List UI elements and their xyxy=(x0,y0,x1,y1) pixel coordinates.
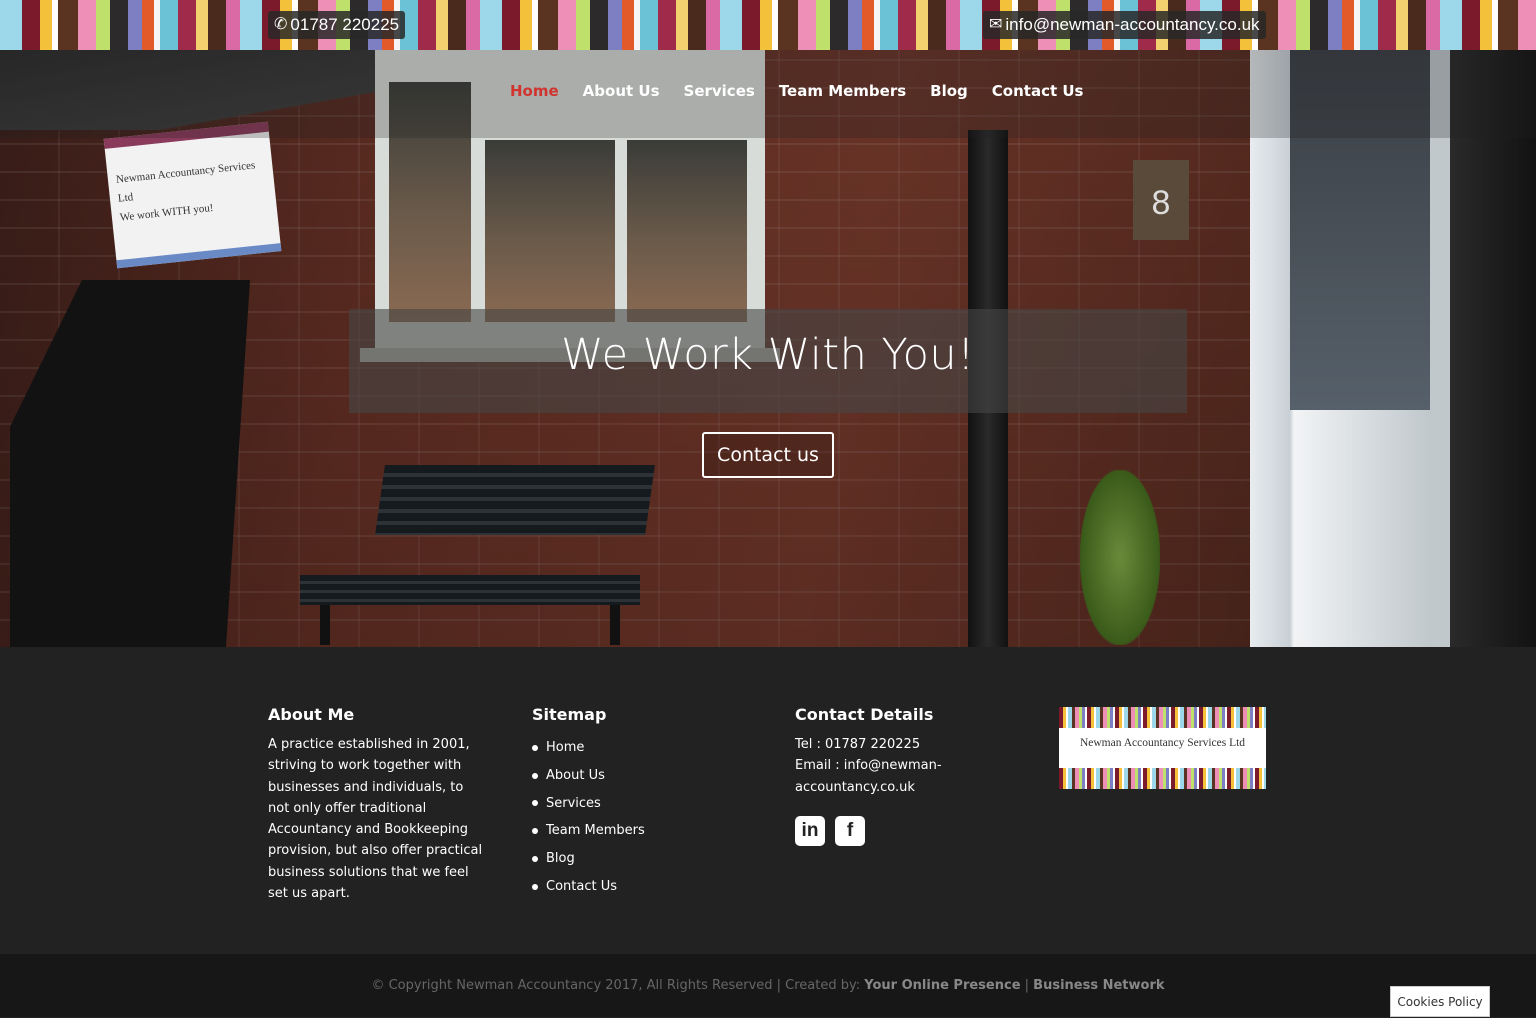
linkedin-icon[interactable]: in xyxy=(795,815,825,846)
envelope-icon: ✉ xyxy=(989,16,1003,33)
top-stripe-bar: ✆ 01787 220225 ✉ info@newman-accountancy… xyxy=(0,0,1536,50)
sitemap-team-members[interactable]: Team Members xyxy=(532,817,762,845)
phone-number: 01787 220225 xyxy=(290,15,400,34)
copyright: © Copyright Newman Accountancy 2017, All… xyxy=(371,978,1165,993)
footer: About Me A practice established in 2001,… xyxy=(0,647,1536,954)
plant xyxy=(1080,470,1160,645)
office-sign-line1: Newman Accountancy Services Ltd xyxy=(115,159,256,205)
nav-team-members[interactable]: Team Members xyxy=(779,82,906,100)
copyright-text: © Copyright Newman Accountancy 2017, All… xyxy=(371,978,865,993)
contact-tel: Tel : 01787 220225 xyxy=(795,737,921,752)
nav-blog[interactable]: Blog xyxy=(930,82,968,100)
sitemap-services[interactable]: Services xyxy=(532,790,762,818)
hero-title: We Work With You! xyxy=(561,330,975,380)
footer-about: About Me A practice established in 2001,… xyxy=(268,705,483,904)
sitemap-blog[interactable]: Blog xyxy=(532,845,762,873)
footer-contact: Contact Details Tel : 01787 220225 Email… xyxy=(795,705,975,846)
contact-heading: Contact Details xyxy=(795,705,934,724)
link-your-online-presence[interactable]: Your Online Presence xyxy=(864,978,1020,993)
cookies-policy-button[interactable]: Cookies Policy xyxy=(1390,986,1490,1017)
bottom-bar: © Copyright Newman Accountancy 2017, All… xyxy=(0,954,1536,1017)
footer-logo: Newman Accountancy Services Ltd xyxy=(1059,707,1266,789)
contact-email: Email : info@newman-accountancy.co.uk xyxy=(795,758,942,795)
social-links: in f xyxy=(795,815,975,846)
nav-home[interactable]: Home xyxy=(510,82,559,100)
phone-link[interactable]: ✆ 01787 220225 xyxy=(268,11,406,39)
footer-logo-name: Newman Accountancy Services Ltd xyxy=(1079,737,1246,749)
office-sign: Newman Accountancy Services Ltd We work … xyxy=(103,121,282,269)
oil-tank xyxy=(10,280,250,647)
email-address: info@newman-accountancy.co.uk xyxy=(1005,15,1260,34)
sitemap-about-us[interactable]: About Us xyxy=(532,762,762,790)
link-business-network[interactable]: Business Network xyxy=(1033,978,1164,993)
office-sign-line2: We work WITH you! xyxy=(119,201,215,224)
about-heading: About Me xyxy=(268,705,355,724)
sitemap-home[interactable]: Home xyxy=(532,734,762,762)
nav-services[interactable]: Services xyxy=(684,82,755,100)
main-nav: Home About Us Services Team Members Blog… xyxy=(510,82,1083,100)
facebook-icon[interactable]: f xyxy=(835,815,865,846)
nav-contact-us[interactable]: Contact Us xyxy=(992,82,1084,100)
email-link[interactable]: ✉ info@newman-accountancy.co.uk xyxy=(983,11,1266,39)
phone-icon: ✆ xyxy=(274,16,288,33)
sitemap-heading: Sitemap xyxy=(532,705,607,724)
nav-about-us[interactable]: About Us xyxy=(583,82,660,100)
contact-us-button[interactable]: Contact us xyxy=(702,432,834,478)
unit-number-plate: 8 xyxy=(1133,160,1189,240)
sitemap-contact-us[interactable]: Contact Us xyxy=(532,873,762,901)
bench xyxy=(280,465,660,645)
footer-sitemap: Sitemap Home About Us Services Team Memb… xyxy=(532,705,762,901)
about-text: A practice established in 2001, striving… xyxy=(268,737,483,902)
